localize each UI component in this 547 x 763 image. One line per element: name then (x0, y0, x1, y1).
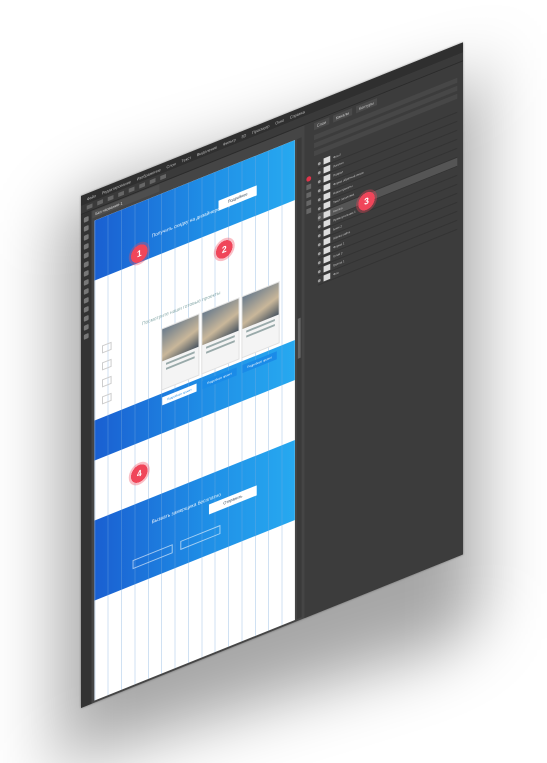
visibility-eye-icon[interactable] (317, 215, 321, 220)
visibility-eye-icon[interactable] (317, 197, 321, 202)
layer-name: Фон 2 (333, 152, 341, 160)
visibility-eye-icon[interactable] (317, 170, 321, 175)
crop-tool-icon[interactable] (83, 242, 89, 250)
visibility-eye-icon[interactable] (317, 269, 321, 274)
brush-tool-icon[interactable] (83, 260, 89, 268)
zoom-tool-icon[interactable] (83, 332, 89, 340)
eraser-tool-icon[interactable] (83, 278, 89, 286)
tab-layers[interactable]: Слои (314, 117, 330, 131)
record-icon[interactable] (306, 175, 312, 183)
adjust-icon[interactable] (306, 183, 312, 191)
option-icon[interactable] (97, 199, 103, 206)
history-icon[interactable] (306, 191, 312, 199)
visibility-eye-icon[interactable] (317, 278, 321, 283)
gradient-tool-icon[interactable] (83, 287, 89, 295)
menu-item-3d[interactable]: 3D (241, 132, 246, 139)
scroll-thumb[interactable] (297, 317, 301, 359)
visibility-eye-icon[interactable] (317, 161, 321, 166)
option-icon[interactable] (160, 173, 166, 181)
layout-grid (94, 139, 295, 701)
lasso-tool-icon[interactable] (83, 233, 89, 241)
option-icon[interactable] (149, 178, 156, 185)
option-icon[interactable] (107, 194, 114, 202)
stamp-tool-icon[interactable] (83, 269, 89, 277)
visibility-eye-icon[interactable] (317, 188, 321, 193)
visibility-eye-icon[interactable] (317, 260, 321, 265)
shape-tool-icon[interactable] (83, 314, 89, 322)
swatch-icon[interactable] (306, 207, 312, 215)
visibility-eye-icon[interactable] (317, 224, 321, 229)
pen-tool-icon[interactable] (83, 296, 89, 304)
visibility-eye-icon[interactable] (317, 179, 321, 184)
visibility-eye-icon[interactable] (317, 233, 321, 238)
visibility-eye-icon[interactable] (317, 251, 321, 256)
text-tool-icon[interactable] (83, 305, 89, 313)
layer-name: Фон (333, 270, 339, 277)
panel-tool-strip (306, 172, 313, 218)
marquee-tool-icon[interactable] (83, 224, 89, 232)
eyedropper-tool-icon[interactable] (83, 251, 89, 259)
option-icon[interactable] (128, 186, 135, 193)
document-canvas[interactable]: Получить скидку на дизайнерский ремонт П… (94, 139, 295, 701)
layer-thumbnail (323, 272, 331, 282)
brush-preset-icon[interactable] (306, 199, 312, 207)
canvas-scrollbar[interactable] (296, 137, 302, 620)
layers-panel: Слои Каналы Контуры Фон 2 Логотип Подвал… (304, 61, 463, 619)
move-tool-icon[interactable] (83, 215, 89, 223)
option-icon[interactable] (118, 190, 124, 198)
tools-panel (81, 210, 92, 708)
option-icon[interactable] (86, 203, 93, 210)
visibility-eye-icon[interactable] (317, 242, 321, 247)
option-icon[interactable] (139, 182, 145, 189)
hand-tool-icon[interactable] (83, 323, 89, 331)
visibility-eye-icon[interactable] (317, 206, 321, 211)
stage: Файл Редактирование Изображение Слои Тек… (0, 0, 547, 763)
